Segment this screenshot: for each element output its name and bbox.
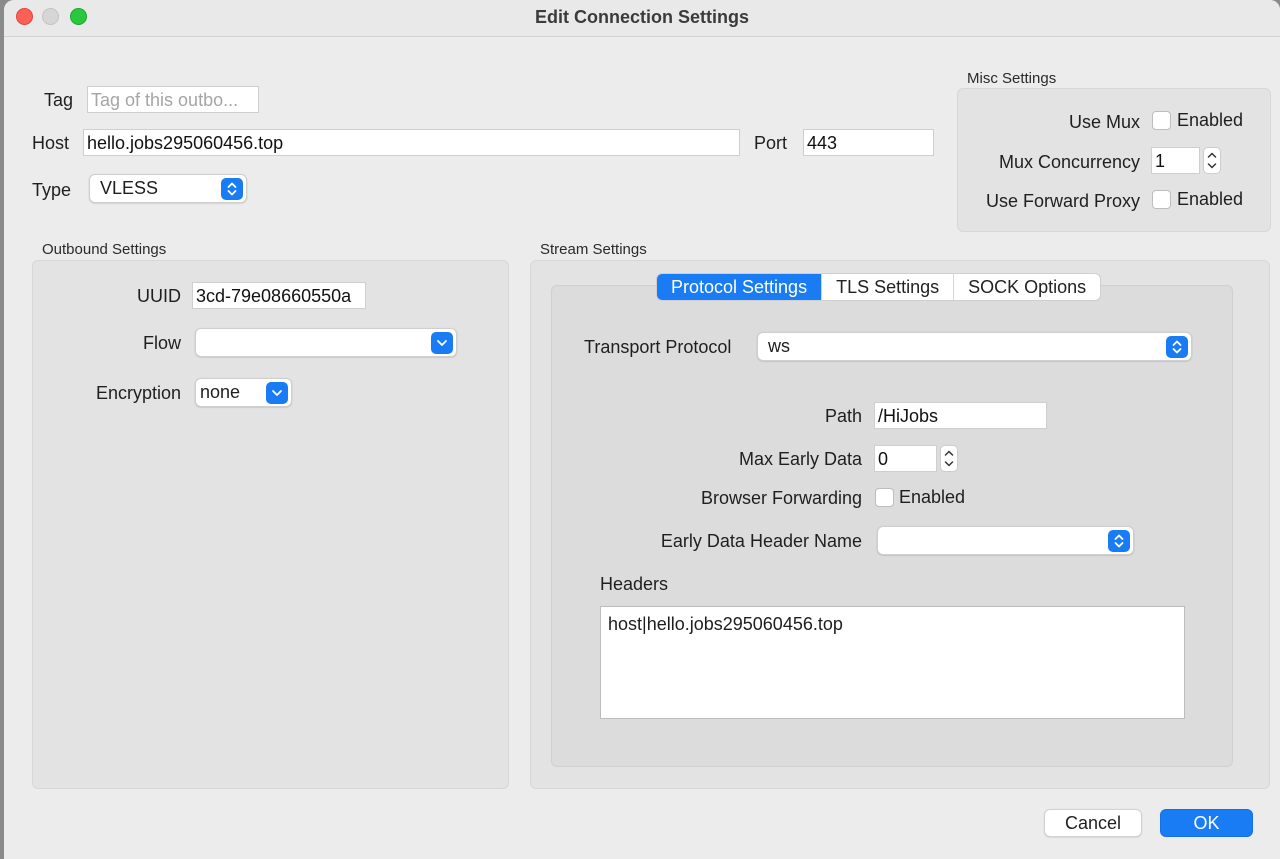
tag-input[interactable]: Tag of this outbo... (87, 86, 259, 113)
updown-chevron-icon (1108, 530, 1130, 552)
window-title: Edit Connection Settings (535, 7, 749, 27)
browser-forwarding-checkbox-label[interactable]: Enabled (899, 487, 965, 508)
path-input[interactable]: /HiJobs (874, 402, 1047, 429)
forward-proxy-checkbox[interactable] (1152, 190, 1171, 209)
chevron-down-icon (266, 382, 288, 404)
mux-concurrency-stepper[interactable] (1203, 147, 1221, 174)
port-label: Port (754, 133, 788, 153)
outbound-settings-title: Outbound Settings (42, 241, 167, 258)
cancel-button[interactable]: Cancel (1044, 809, 1142, 837)
ok-button[interactable]: OK (1160, 809, 1253, 837)
browser-forwarding-label: Browser Forwarding (700, 488, 862, 508)
early-data-header-select[interactable] (877, 526, 1134, 555)
type-select[interactable]: VLESS (89, 174, 247, 203)
headers-label: Headers (600, 574, 669, 594)
use-mux-checkbox[interactable] (1152, 111, 1171, 130)
dialog-window: Edit Connection Settings Tag Tag of this… (4, 0, 1280, 859)
port-input[interactable]: 443 (803, 129, 934, 156)
transport-protocol-label: Transport Protocol (584, 337, 732, 357)
stream-settings-title: Stream Settings (540, 241, 647, 258)
max-early-data-stepper[interactable] (940, 445, 958, 472)
encryption-label: Encryption (95, 383, 181, 403)
host-label: Host (32, 133, 70, 153)
tab-sock-options[interactable]: SOCK Options (954, 274, 1100, 300)
use-mux-checkbox-label[interactable]: Enabled (1177, 110, 1243, 131)
misc-settings-title: Misc Settings (967, 70, 1057, 87)
chevron-down-icon (431, 332, 453, 354)
uuid-label: UUID (137, 286, 181, 306)
max-early-data-label: Max Early Data (738, 449, 862, 469)
tab-protocol-settings[interactable]: Protocol Settings (657, 274, 823, 300)
mux-concurrency-input[interactable]: 1 (1151, 147, 1200, 174)
type-select-value: VLESS (100, 178, 159, 198)
host-input[interactable]: hello.jobs295060456.top (83, 129, 740, 156)
updown-chevron-icon (221, 178, 243, 200)
use-mux-label: Use Mux (1068, 112, 1140, 132)
tag-label: Tag (44, 90, 74, 110)
flow-select[interactable] (195, 328, 457, 357)
transport-protocol-select[interactable]: ws (757, 332, 1192, 361)
flow-label: Flow (142, 333, 181, 353)
type-label: Type (32, 180, 72, 200)
updown-chevron-icon (1166, 336, 1188, 358)
transport-protocol-value: ws (768, 336, 790, 356)
early-data-header-label: Early Data Header Name (660, 531, 862, 551)
chevron-up-icon (944, 450, 954, 456)
encryption-select-value: none (200, 382, 241, 402)
encryption-select[interactable]: none (195, 378, 292, 407)
browser-forwarding-checkbox[interactable] (875, 488, 894, 507)
mux-concurrency-label: Mux Concurrency (998, 152, 1140, 172)
chevron-down-icon (944, 461, 954, 467)
chevron-up-icon (1207, 152, 1217, 158)
forward-proxy-label: Use Forward Proxy (985, 191, 1140, 211)
tab-tls-settings[interactable]: TLS Settings (822, 274, 955, 300)
path-label: Path (824, 406, 862, 426)
stream-tabs: Protocol Settings TLS Settings SOCK Opti… (656, 273, 1102, 301)
max-early-data-input[interactable]: 0 (874, 445, 937, 472)
forward-proxy-checkbox-label[interactable]: Enabled (1177, 189, 1243, 210)
headers-textarea[interactable]: host|hello.jobs295060456.top (600, 606, 1185, 719)
uuid-input[interactable]: 3cd-79e08660550a (192, 282, 366, 309)
title-bar: Edit Connection Settings (4, 0, 1280, 37)
chevron-down-icon (1207, 163, 1217, 169)
